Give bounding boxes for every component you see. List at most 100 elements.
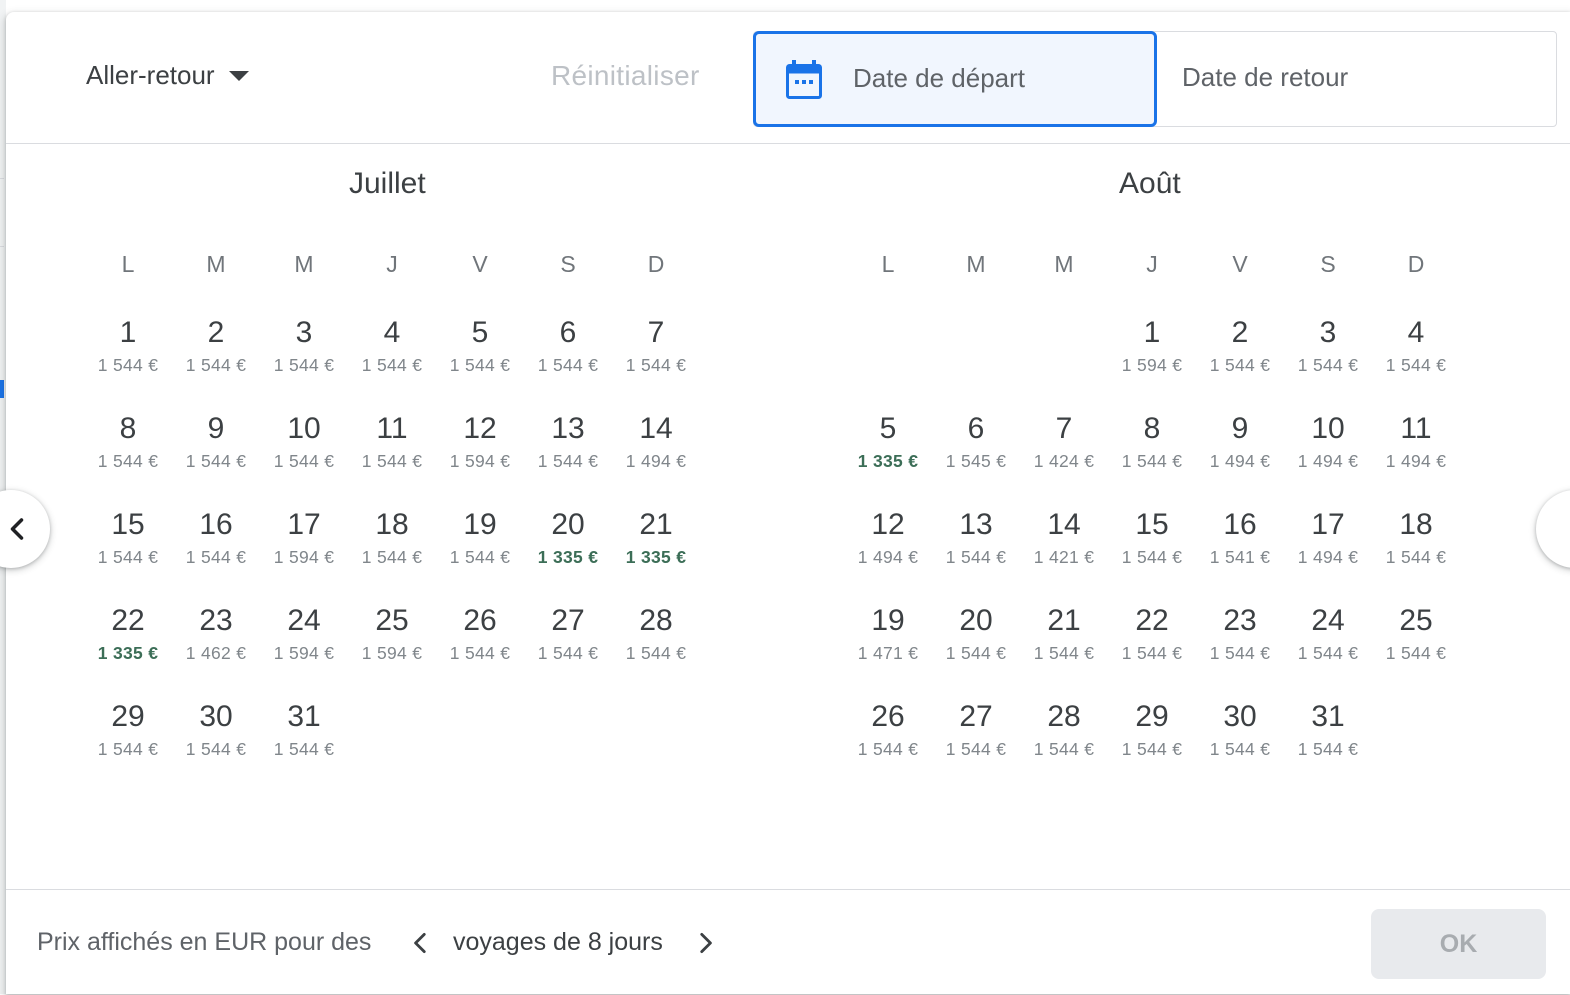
day-number: 2: [1231, 316, 1249, 349]
day-number: 26: [871, 700, 905, 733]
day-cell[interactable]: 24 1 594 €: [260, 601, 348, 697]
day-price: 1 544 €: [1121, 643, 1183, 663]
day-cell[interactable]: 15 1 544 €: [1108, 505, 1196, 601]
day-cell[interactable]: 7 1 544 €: [612, 313, 700, 409]
day-cell[interactable]: 12 1 594 €: [436, 409, 524, 505]
day-cell[interactable]: 13 1 544 €: [524, 409, 612, 505]
next-month-button[interactable]: [1536, 490, 1570, 568]
trip-type-dropdown[interactable]: Aller-retour: [86, 60, 249, 91]
day-number: 7: [647, 316, 665, 349]
day-cell[interactable]: 9 1 494 €: [1196, 409, 1284, 505]
day-cell[interactable]: 3 1 544 €: [260, 313, 348, 409]
chevron-right-icon[interactable]: [692, 930, 718, 956]
month-title: Juillet: [349, 167, 426, 200]
day-cell[interactable]: 9 1 544 €: [172, 409, 260, 505]
day-cell[interactable]: 30 1 544 €: [1196, 697, 1284, 793]
day-cell[interactable]: 19 1 471 €: [844, 601, 932, 697]
day-cell[interactable]: 12 1 494 €: [844, 505, 932, 601]
day-cell[interactable]: 22 1 544 €: [1108, 601, 1196, 697]
day-cell[interactable]: 26 1 544 €: [436, 601, 524, 697]
day-cell[interactable]: 8 1 544 €: [84, 409, 172, 505]
day-number: 30: [1223, 700, 1257, 733]
day-price: 1 544 €: [361, 451, 423, 471]
day-cell[interactable]: 23 1 544 €: [1196, 601, 1284, 697]
day-cell[interactable]: 7 1 424 €: [1020, 409, 1108, 505]
day-cell[interactable]: 4 1 544 €: [348, 313, 436, 409]
day-cell[interactable]: 20 1 335 €: [524, 505, 612, 601]
day-cell[interactable]: 11 1 494 €: [1372, 409, 1460, 505]
day-cell[interactable]: 5 1 544 €: [436, 313, 524, 409]
day-number: 7: [1055, 412, 1073, 445]
day-price: 1 544 €: [449, 355, 511, 375]
day-price: 1 594 €: [449, 451, 511, 471]
day-number: 16: [1223, 508, 1257, 541]
day-cell[interactable]: 23 1 462 €: [172, 601, 260, 697]
day-cell[interactable]: 30 1 544 €: [172, 697, 260, 793]
prev-month-button[interactable]: [0, 490, 50, 568]
day-price: 1 544 €: [97, 739, 159, 759]
day-cell[interactable]: 28 1 544 €: [1020, 697, 1108, 793]
day-price: 1 544 €: [273, 739, 335, 759]
day-cell[interactable]: 5 1 335 €: [844, 409, 932, 505]
day-cell[interactable]: 26 1 544 €: [844, 697, 932, 793]
day-cell[interactable]: 19 1 544 €: [436, 505, 524, 601]
day-number: 2: [207, 316, 225, 349]
departure-date-field[interactable]: Date de départ: [753, 31, 1157, 127]
day-number: 30: [199, 700, 233, 733]
day-cell[interactable]: 8 1 544 €: [1108, 409, 1196, 505]
day-cell[interactable]: 14 1 421 €: [1020, 505, 1108, 601]
day-cell[interactable]: 29 1 544 €: [84, 697, 172, 793]
day-number: 19: [871, 604, 905, 637]
day-cell[interactable]: 18 1 544 €: [348, 505, 436, 601]
day-cell[interactable]: 22 1 335 €: [84, 601, 172, 697]
day-cell[interactable]: 2 1 544 €: [1196, 313, 1284, 409]
day-cell[interactable]: 1 1 544 €: [84, 313, 172, 409]
day-cell[interactable]: 13 1 544 €: [932, 505, 1020, 601]
day-cell[interactable]: 10 1 544 €: [260, 409, 348, 505]
day-number: 23: [199, 604, 233, 637]
day-cell[interactable]: 21 1 544 €: [1020, 601, 1108, 697]
day-cell[interactable]: 15 1 544 €: [84, 505, 172, 601]
day-cell[interactable]: 4 1 544 €: [1372, 313, 1460, 409]
day-cell[interactable]: 31 1 544 €: [260, 697, 348, 793]
day-price: 1 544 €: [1033, 643, 1095, 663]
day-cell[interactable]: 21 1 335 €: [612, 505, 700, 601]
day-cell[interactable]: 20 1 544 €: [932, 601, 1020, 697]
day-cell[interactable]: 25 1 544 €: [1372, 601, 1460, 697]
lowest-price-label: 1 335 €: [625, 547, 687, 567]
day-cell[interactable]: 14 1 494 €: [612, 409, 700, 505]
day-number: 14: [639, 412, 673, 445]
day-cell[interactable]: 29 1 544 €: [1108, 697, 1196, 793]
ok-button[interactable]: OK: [1371, 909, 1546, 979]
day-cell[interactable]: 6 1 544 €: [524, 313, 612, 409]
reset-button[interactable]: Réinitialiser: [551, 60, 700, 92]
day-cell[interactable]: 24 1 544 €: [1284, 601, 1372, 697]
day-cell[interactable]: 28 1 544 €: [612, 601, 700, 697]
day-cell[interactable]: 1 1 594 €: [1108, 313, 1196, 409]
day-price: 1 544 €: [857, 739, 919, 759]
day-cell[interactable]: 25 1 594 €: [348, 601, 436, 697]
return-date-field[interactable]: Date de retour: [1182, 62, 1348, 93]
day-price: 1 594 €: [1121, 355, 1183, 375]
day-cell[interactable]: 6 1 545 €: [932, 409, 1020, 505]
day-number: 18: [1399, 508, 1433, 541]
day-number: 20: [959, 604, 993, 637]
day-cell[interactable]: 18 1 544 €: [1372, 505, 1460, 601]
day-price: 1 594 €: [273, 547, 335, 567]
day-cell[interactable]: 16 1 541 €: [1196, 505, 1284, 601]
day-cell[interactable]: 10 1 494 €: [1284, 409, 1372, 505]
chevron-left-icon[interactable]: [408, 930, 434, 956]
day-cell[interactable]: 2 1 544 €: [172, 313, 260, 409]
day-cell[interactable]: 17 1 594 €: [260, 505, 348, 601]
day-cell[interactable]: 31 1 544 €: [1284, 697, 1372, 793]
day-price: 1 594 €: [361, 643, 423, 663]
day-cell[interactable]: 11 1 544 €: [348, 409, 436, 505]
day-number: 12: [871, 508, 905, 541]
weekday-header: LMMJVSD: [844, 251, 1460, 278]
day-cell[interactable]: 16 1 544 €: [172, 505, 260, 601]
day-cell[interactable]: 3 1 544 €: [1284, 313, 1372, 409]
day-number: 4: [383, 316, 401, 349]
day-cell[interactable]: 17 1 494 €: [1284, 505, 1372, 601]
day-cell[interactable]: 27 1 544 €: [932, 697, 1020, 793]
day-cell[interactable]: 27 1 544 €: [524, 601, 612, 697]
